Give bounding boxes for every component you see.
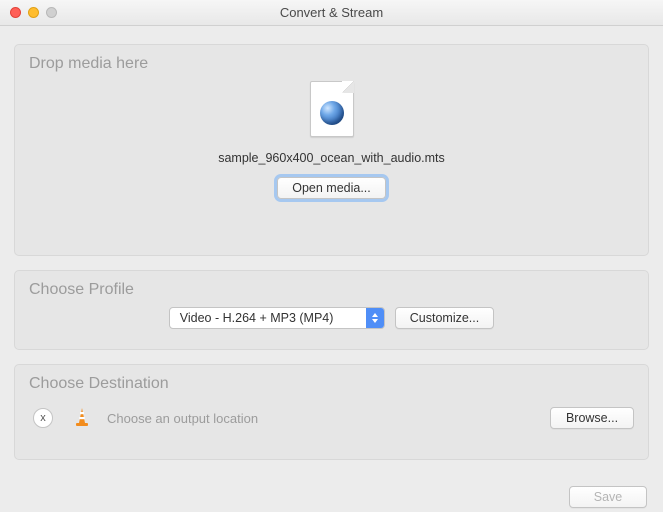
save-label: Save: [594, 490, 623, 504]
destination-placeholder: Choose an output location: [107, 411, 550, 426]
open-media-label: Open media...: [292, 181, 371, 195]
save-button[interactable]: Save: [569, 486, 647, 508]
remove-x-icon: x: [40, 412, 46, 424]
vlc-cone-icon: [71, 407, 93, 429]
content: Drop media here sample_960x400_ocean_wit…: [0, 26, 663, 484]
browse-button[interactable]: Browse...: [550, 407, 634, 429]
customize-button[interactable]: Customize...: [395, 307, 494, 329]
choose-destination-heading: Choose Destination: [29, 375, 634, 393]
close-window-button[interactable]: [10, 7, 21, 18]
browse-label: Browse...: [566, 411, 618, 425]
profile-selected-value: Video - H.264 + MP3 (MP4): [180, 311, 366, 325]
titlebar: Convert & Stream: [0, 0, 663, 26]
select-stepper-icon: [366, 308, 384, 328]
customize-label: Customize...: [410, 311, 479, 325]
footer-bar: Save: [0, 484, 663, 508]
choose-destination-panel: Choose Destination x Choose an output lo…: [14, 364, 649, 460]
open-media-button[interactable]: Open media...: [277, 177, 386, 199]
minimize-window-button[interactable]: [28, 7, 39, 18]
traffic-lights: [0, 7, 57, 18]
zoom-window-button: [46, 7, 57, 18]
media-filename: sample_960x400_ocean_with_audio.mts: [218, 151, 445, 165]
drop-media-panel[interactable]: Drop media here sample_960x400_ocean_wit…: [14, 44, 649, 256]
profile-select[interactable]: Video - H.264 + MP3 (MP4): [169, 307, 385, 329]
drop-area[interactable]: sample_960x400_ocean_with_audio.mts Open…: [29, 81, 634, 199]
remove-destination-button[interactable]: x: [33, 408, 53, 428]
choose-profile-heading: Choose Profile: [29, 281, 634, 299]
choose-profile-panel: Choose Profile Video - H.264 + MP3 (MP4)…: [14, 270, 649, 350]
drop-media-heading: Drop media here: [29, 55, 634, 73]
media-file-icon: [310, 81, 354, 137]
window-title: Convert & Stream: [0, 5, 663, 20]
